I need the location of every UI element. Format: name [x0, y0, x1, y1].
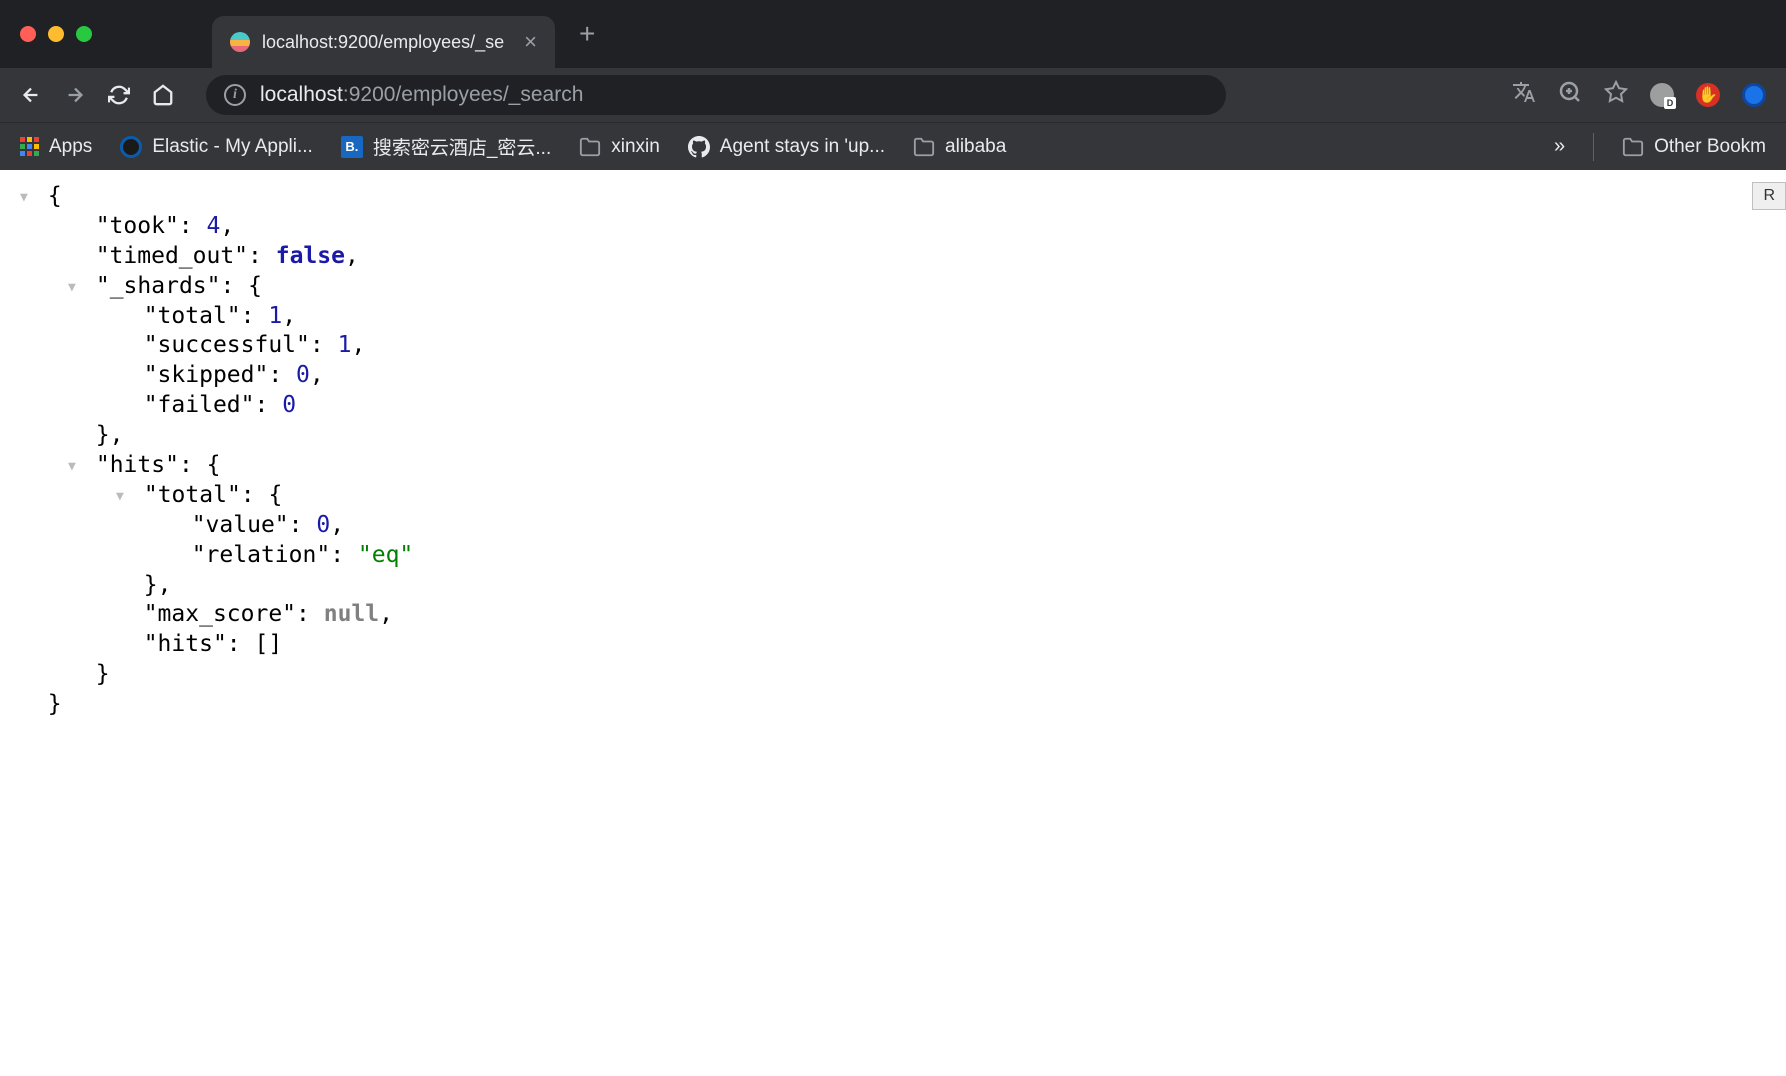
window-controls [20, 26, 92, 42]
close-tab-icon[interactable]: × [524, 29, 537, 55]
other-bookmarks[interactable]: Other Bookm [1622, 136, 1766, 158]
extension-icon-2[interactable]: ✋ [1696, 83, 1720, 107]
folder-icon [913, 136, 935, 158]
extension-icon-3[interactable] [1742, 83, 1766, 107]
minimize-window-button[interactable] [48, 26, 64, 42]
toolbar-right: ✋ [1512, 80, 1766, 110]
home-icon [152, 84, 174, 106]
elastic-icon [120, 136, 142, 158]
bookmark-xinxin[interactable]: xinxin [579, 136, 660, 158]
bookmarks-overflow-icon[interactable]: » [1554, 135, 1565, 158]
collapse-toggle-icon[interactable]: ▼ [68, 280, 82, 297]
bookmarks-separator [1593, 133, 1594, 161]
url-text: localhost:9200/employees/_search [260, 83, 583, 107]
bookmark-elastic[interactable]: Elastic - My Appli... [120, 136, 313, 158]
bookmark-alibaba[interactable]: alibaba [913, 136, 1006, 158]
bookmarks-bar: Apps Elastic - My Appli... B. 搜索密云酒店_密云.… [0, 122, 1786, 170]
bookmark-label: Agent stays in 'up... [720, 136, 885, 158]
close-window-button[interactable] [20, 26, 36, 42]
arrow-left-icon [20, 84, 42, 106]
collapse-toggle-icon[interactable]: ▼ [20, 190, 34, 207]
json-viewer: R ▼ { "took": 4, "timed_out": false,▼ "_… [0, 170, 1786, 732]
raw-toggle-button[interactable]: R [1752, 182, 1786, 210]
github-icon [688, 136, 710, 158]
bookmark-label: alibaba [945, 136, 1006, 158]
bookmark-label: Elastic - My Appli... [152, 136, 313, 158]
folder-icon [1622, 136, 1644, 158]
bookmark-label: xinxin [611, 136, 660, 158]
reload-button[interactable] [108, 84, 130, 106]
address-bar[interactable]: i localhost:9200/employees/_search [206, 75, 1226, 115]
zoom-icon[interactable] [1558, 80, 1582, 110]
toolbar: i localhost:9200/employees/_search ✋ [0, 68, 1786, 122]
titlebar: localhost:9200/employees/_se × + [0, 0, 1786, 68]
tab-title: localhost:9200/employees/_se [262, 32, 504, 53]
back-button[interactable] [20, 84, 42, 106]
star-icon[interactable] [1604, 80, 1628, 110]
browser-tab[interactable]: localhost:9200/employees/_se × [212, 16, 555, 68]
extension-icon-1[interactable] [1650, 83, 1674, 107]
collapse-toggle-icon[interactable]: ▼ [116, 489, 130, 506]
collapse-toggle-icon[interactable]: ▼ [68, 459, 82, 476]
bookmark-github[interactable]: Agent stays in 'up... [688, 136, 885, 158]
site-info-icon[interactable]: i [224, 84, 246, 106]
apps-grid-icon [20, 137, 39, 156]
forward-button[interactable] [64, 84, 86, 106]
maximize-window-button[interactable] [76, 26, 92, 42]
apps-label: Apps [49, 136, 92, 158]
home-button[interactable] [152, 84, 174, 106]
folder-icon [579, 136, 601, 158]
arrow-right-icon [64, 84, 86, 106]
b-icon: B. [341, 136, 363, 158]
new-tab-button[interactable]: + [579, 18, 595, 50]
tab-favicon-icon [230, 32, 250, 52]
bookmark-label: 搜索密云酒店_密云... [373, 133, 551, 160]
translate-icon[interactable] [1512, 80, 1536, 110]
apps-button[interactable]: Apps [20, 136, 92, 158]
other-bookmarks-label: Other Bookm [1654, 136, 1766, 158]
reload-icon [108, 84, 130, 106]
bookmark-booking[interactable]: B. 搜索密云酒店_密云... [341, 133, 551, 160]
